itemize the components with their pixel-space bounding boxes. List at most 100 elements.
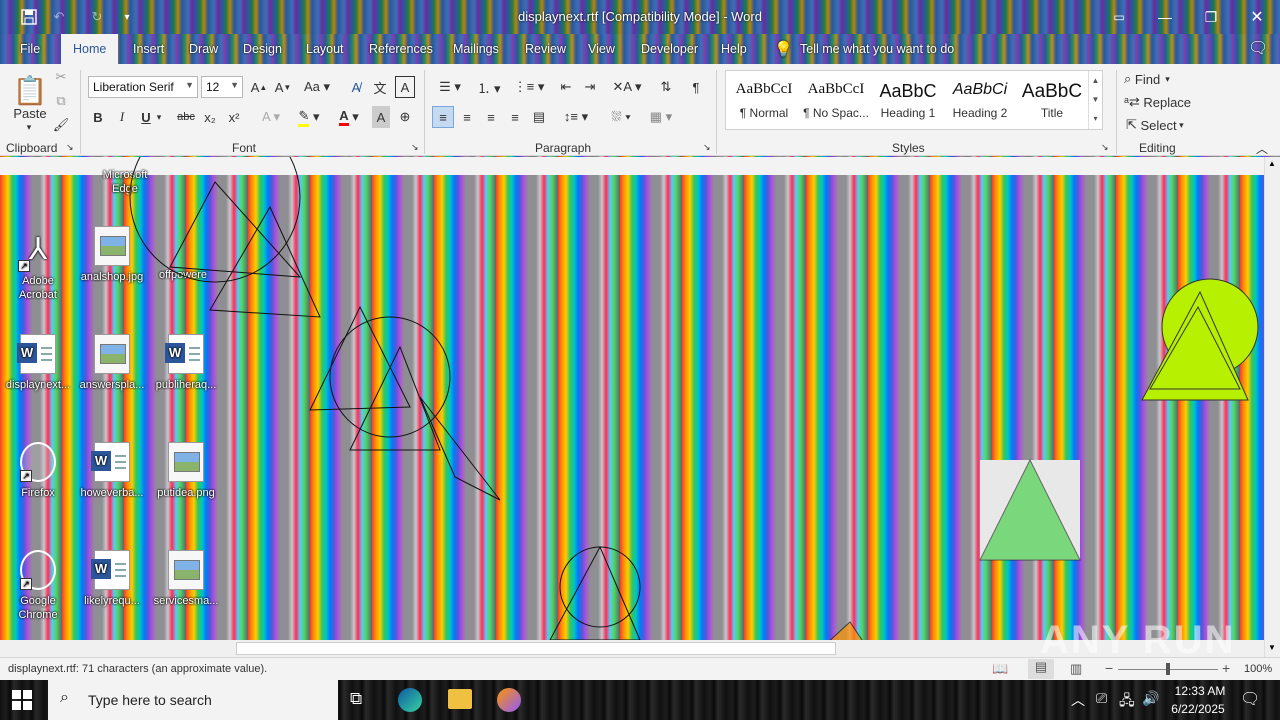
tab-help[interactable]: Help <box>721 42 747 56</box>
replace-label: Replace <box>1143 94 1192 110</box>
text-effects-icon[interactable]: A ▾ <box>256 106 286 128</box>
numbering-icon[interactable]: ⒈ ▾ <box>472 76 506 98</box>
phonetic-guide-icon[interactable]: 文 <box>370 76 390 98</box>
enclose-characters-icon[interactable]: ⊕ <box>396 106 414 128</box>
underline-dropdown-icon[interactable]: ▾ <box>154 106 164 128</box>
restore-button[interactable]: ❐ <box>1188 0 1234 34</box>
web-layout-icon[interactable]: ▥ <box>1070 661 1082 677</box>
decrease-indent-icon[interactable]: ⇤ <box>556 76 576 98</box>
tell-me-search[interactable]: Tell me what you want to do <box>800 42 954 56</box>
style-heading-2[interactable]: AaBbCi Heading 2 <box>944 71 1016 129</box>
align-left-icon[interactable]: ≡ <box>432 106 454 128</box>
strikethrough-button[interactable]: abc <box>174 106 198 128</box>
paste-button[interactable]: Paste <box>10 106 50 121</box>
clear-formatting-icon[interactable]: A̸ <box>346 76 366 98</box>
style-name: Heading 2 <box>952 106 1008 120</box>
borders-icon[interactable]: ▦ ▾ <box>644 106 678 128</box>
asian-layout-icon[interactable]: ✕A ▾ <box>610 76 644 98</box>
multilevel-list-icon[interactable]: ⋮≡ ▾ <box>512 76 546 98</box>
highlight-color-icon[interactable]: ✎ ▾ <box>292 106 326 128</box>
file-explorer-icon[interactable] <box>448 689 472 709</box>
collapse-ribbon-icon[interactable]: ︿ <box>1256 140 1268 157</box>
show-formatting-marks-icon[interactable]: ¶ <box>686 76 706 98</box>
tab-review[interactable]: Review <box>525 42 566 56</box>
zoom-level[interactable]: 100% <box>1244 663 1272 675</box>
style-title[interactable]: AaBbC Title <box>1016 71 1088 129</box>
clock-time[interactable]: 12:33 AM <box>1170 684 1230 698</box>
font-launcher-icon[interactable]: ↘ <box>411 142 419 153</box>
justify-icon[interactable]: ≡ <box>504 106 526 128</box>
change-case-icon[interactable]: Aa ▾ <box>300 76 334 98</box>
scroll-down-icon[interactable]: ▼ <box>1268 643 1276 652</box>
paste-icon[interactable]: 📋 <box>12 70 48 110</box>
shrink-font-icon[interactable]: A ▼ <box>274 76 292 98</box>
style-no-spacing[interactable]: AaBbCcI ¶ No Spac... <box>800 71 872 129</box>
volume-icon[interactable]: 🔊 <box>1142 690 1159 707</box>
italic-button[interactable]: I <box>112 106 132 128</box>
horizontal-scroll-thumb[interactable] <box>236 642 836 655</box>
tab-view[interactable]: View <box>588 42 615 56</box>
subscript-button[interactable]: x₂ <box>200 106 220 128</box>
tab-design[interactable]: Design <box>243 42 282 56</box>
style-name: ¶ No Spac... <box>803 106 869 120</box>
ribbon-display-options-icon[interactable]: ▭ <box>1096 0 1142 34</box>
notifications-icon[interactable]: 🗨 <box>1240 689 1260 709</box>
character-shading-icon[interactable]: A <box>372 106 390 128</box>
task-view-icon[interactable]: ⧉ <box>350 689 362 709</box>
chevron-up-icon[interactable]: ︿ <box>1071 690 1085 710</box>
style-normal[interactable]: AaBbCcI ¶ Normal <box>728 71 800 129</box>
edge-icon[interactable] <box>398 688 422 712</box>
select-button[interactable]: ⇱ Select ▾ <box>1126 116 1184 134</box>
replace-button[interactable]: ᵃ⇄ Replace <box>1124 93 1191 111</box>
minimize-button[interactable]: — <box>1142 0 1188 34</box>
character-border-icon[interactable]: A <box>395 76 415 98</box>
paragraph-launcher-icon[interactable]: ↘ <box>703 142 711 153</box>
clock-date[interactable]: 6/22/2025 <box>1166 702 1230 716</box>
tab-references[interactable]: References <box>369 42 433 56</box>
bullets-icon[interactable]: ☰ ▾ <box>434 76 466 98</box>
tab-layout[interactable]: Layout <box>306 42 344 56</box>
tab-mailings[interactable]: Mailings <box>453 42 499 56</box>
meet-now-icon[interactable]: ⎚ <box>1096 690 1107 707</box>
align-right-icon[interactable]: ≡ <box>480 106 502 128</box>
style-heading-1[interactable]: AaBbC Heading 1 <box>872 71 944 129</box>
font-group-label: Font <box>232 141 257 155</box>
shading-icon[interactable]: ⛆ ▾ <box>604 106 638 128</box>
watermark-logo: ANY RUN <box>1040 618 1236 662</box>
font-size-select[interactable]: 12 ▼ <box>201 76 243 98</box>
tab-home[interactable]: Home <box>61 34 119 64</box>
network-icon[interactable]: 🖧 <box>1119 690 1135 714</box>
tab-developer[interactable]: Developer <box>641 42 698 56</box>
grow-font-icon[interactable]: A ▲ <box>250 76 268 98</box>
cut-icon[interactable]: ✂ <box>52 68 70 86</box>
increase-indent-icon[interactable]: ⇥ <box>580 76 600 98</box>
distributed-icon[interactable]: ▤ <box>528 106 550 128</box>
bold-button[interactable]: B <box>88 106 108 128</box>
zoom-slider-thumb[interactable] <box>1166 663 1170 675</box>
format-painter-icon[interactable]: 🖌 <box>52 116 70 134</box>
tab-insert[interactable]: Insert <box>133 42 164 56</box>
taskbar-search-box[interactable]: ⌕ Type here to search <box>48 680 338 720</box>
close-button[interactable]: ✕ <box>1234 0 1280 34</box>
styles-scroll[interactable]: ▲ ▼ ▾ <box>1088 71 1102 129</box>
find-button[interactable]: ⌕ Find ▾ <box>1124 70 1170 88</box>
styles-launcher-icon[interactable]: ↘ <box>1101 142 1109 153</box>
vertical-scrollbar[interactable]: ▲ ▼ <box>1264 157 1280 657</box>
read-mode-icon[interactable]: 📖 <box>992 661 1008 677</box>
underline-button[interactable]: U <box>136 106 156 128</box>
clipboard-launcher-icon[interactable]: ↘ <box>66 142 74 153</box>
windows-start-icon[interactable] <box>12 690 32 710</box>
sort-icon[interactable]: ⇅ <box>656 76 676 98</box>
scroll-up-icon[interactable]: ▲ <box>1268 159 1276 168</box>
copy-icon[interactable]: ⧉ <box>52 92 70 110</box>
comments-icon[interactable]: 🗨 <box>1248 38 1268 58</box>
line-spacing-icon[interactable]: ↕≡ ▾ <box>560 106 592 128</box>
font-color-icon[interactable]: A ▾ <box>332 106 366 128</box>
firefox-taskbar-icon[interactable] <box>497 688 521 712</box>
paste-dropdown-icon[interactable]: ▾ <box>24 122 34 133</box>
align-center-icon[interactable]: ≡ <box>456 106 478 128</box>
superscript-button[interactable]: x² <box>224 106 244 128</box>
tab-file[interactable]: File <box>20 42 40 56</box>
font-family-select[interactable]: Liberation Serif ▼ <box>88 76 198 98</box>
tab-draw[interactable]: Draw <box>189 42 218 56</box>
